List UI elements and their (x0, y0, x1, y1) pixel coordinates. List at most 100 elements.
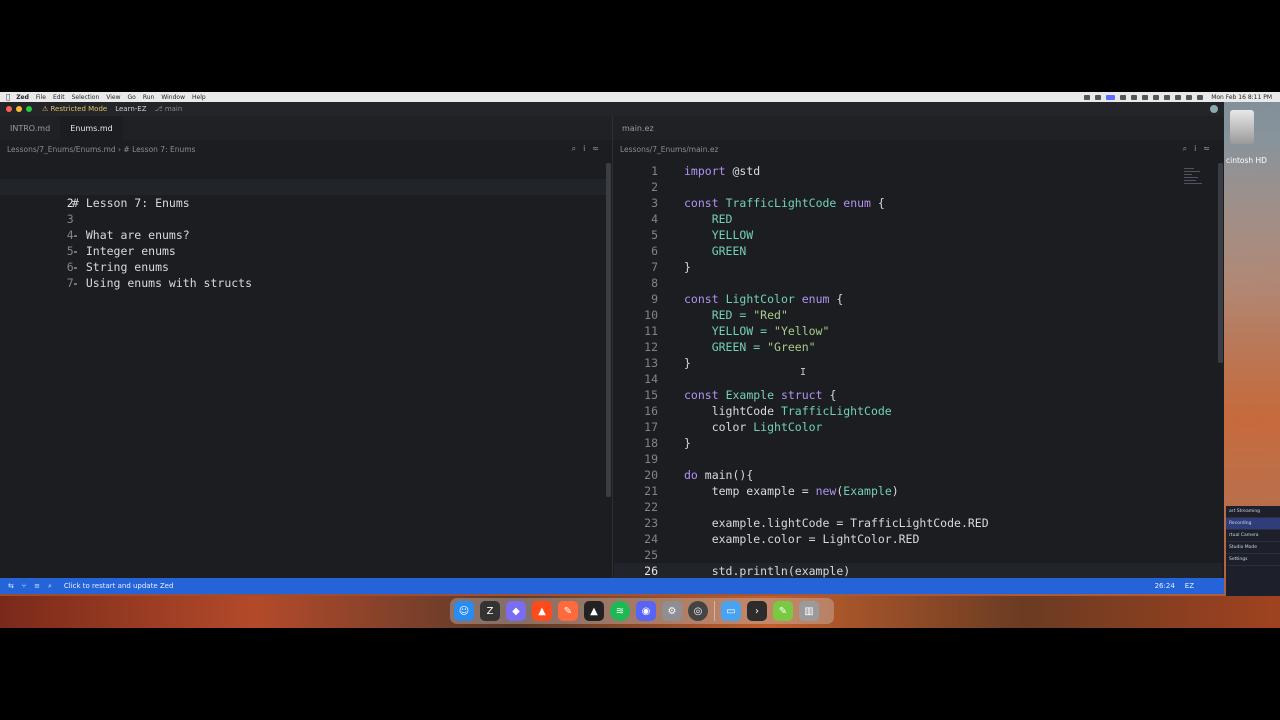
cursor-position[interactable]: 26:24 (1155, 582, 1175, 590)
editor-line[interactable]: 4 RED (614, 211, 1222, 227)
git-icon[interactable]: ⑂ (22, 582, 26, 590)
brave-icon[interactable]: ▲ (532, 601, 552, 621)
editor-line[interactable]: 20 do main(){ (614, 467, 1222, 483)
restricted-mode-badge[interactable]: ⚠ Restricted Mode (42, 105, 107, 113)
editor-line[interactable]: 4 - Integer enums (0, 211, 606, 258)
wifi-icon[interactable] (1175, 94, 1182, 100)
control-center-icon[interactable] (1197, 94, 1204, 100)
search-icon[interactable]: ⌕ (572, 144, 576, 154)
tray-app-icon[interactable] (1095, 94, 1102, 100)
menu-app-zed[interactable]: Zed (16, 94, 29, 101)
obs-icon[interactable]: ◎ (688, 601, 708, 621)
tab-enums-md[interactable]: Enums.md (60, 116, 123, 140)
menu-selection[interactable]: Selection (72, 94, 100, 101)
app-icon[interactable]: ◆ (506, 601, 526, 621)
editor-line[interactable]: 18} (614, 435, 1222, 451)
editor-line[interactable]: 16 lightCode TrafficLightCode (614, 403, 1222, 419)
info-icon[interactable]: i (583, 144, 585, 154)
editor-line[interactable]: 10 RED = "Red" (614, 307, 1222, 323)
tab-intro-md[interactable]: INTRO.md (0, 116, 60, 140)
editor-line[interactable]: 8 (614, 275, 1222, 291)
close-window-button[interactable] (6, 106, 12, 112)
terminal-app-icon[interactable]: ▲ (584, 601, 604, 621)
hard-drive-label[interactable]: cintosh HD (1226, 156, 1267, 165)
editor-line[interactable]: 12 GREEN = "Green" (614, 339, 1222, 355)
editor-line[interactable]: 15 const Example struct { (614, 387, 1222, 403)
editor-line[interactable]: 19 (614, 451, 1222, 467)
editor-line[interactable]: 7} (614, 259, 1222, 275)
editor-line[interactable]: 6 GREEN (614, 243, 1222, 259)
editor-line[interactable]: 5 - String enums (0, 227, 606, 274)
editor-line[interactable]: 7 (0, 259, 606, 290)
menu-view[interactable]: View (106, 94, 120, 101)
app-icon[interactable]: ✎ (773, 601, 793, 621)
tray-app-icon[interactable] (1084, 94, 1091, 100)
editor-line[interactable]: 17 color LightColor (614, 419, 1222, 435)
tray-recording-icon[interactable] (1106, 94, 1116, 100)
editor-line[interactable]: 6 - Using enums with structs (0, 243, 606, 290)
folder-icon[interactable]: ▭ (721, 601, 741, 621)
search-icon[interactable]: ⌕ (1183, 144, 1187, 154)
editor-line[interactable]: 3 const TrafficLightCode enum { (614, 195, 1222, 211)
menu-bar-clock[interactable]: Mon Feb 16 8:11 PM (1211, 94, 1272, 101)
obs-studio-mode[interactable]: Studio Mode (1226, 542, 1280, 554)
editor-line[interactable]: 9 const LightColor enum { (614, 291, 1222, 307)
diagnostics-icon[interactable]: ≡ (34, 582, 40, 590)
trash-icon[interactable]: ▥ (799, 601, 819, 621)
settings-icon[interactable]: ≈ (1203, 144, 1210, 154)
search-icon[interactable]: ⌕ (48, 582, 52, 591)
editor-line[interactable]: 13} (614, 355, 1222, 371)
tray-app-icon[interactable] (1131, 94, 1138, 100)
tray-app-icon[interactable] (1153, 94, 1160, 100)
info-icon[interactable]: i (1194, 144, 1196, 154)
editor-line[interactable]: 22 (614, 499, 1222, 515)
menu-run[interactable]: Run (143, 94, 155, 101)
right-editor[interactable]: 1 import @std 2 3 const TrafficLightCode e… (614, 163, 1222, 579)
finder-icon[interactable]: ☺ (454, 601, 474, 621)
menu-file[interactable]: File (36, 94, 46, 101)
terminal-icon[interactable]: › (747, 601, 767, 621)
editor-line[interactable]: 25 (614, 547, 1222, 563)
apple-icon[interactable]:  (6, 93, 10, 101)
project-name[interactable]: Learn-EZ (115, 105, 146, 113)
settings-icon[interactable]: ≈ (592, 144, 599, 154)
left-editor[interactable]: 1 # Lesson 7: Enums 2 3 - What are enums… (0, 163, 606, 290)
editor-line-current[interactable]: 2 (0, 179, 606, 210)
editor-line[interactable]: 21 temp example = new(Example) (614, 483, 1222, 499)
obs-start-streaming[interactable]: art Streaming (1226, 506, 1280, 518)
zed-icon[interactable]: Z (480, 601, 500, 621)
minimize-window-button[interactable] (16, 106, 22, 112)
update-notice[interactable]: Click to restart and update Zed (64, 582, 174, 590)
git-branch[interactable]: ⎇ main (155, 105, 183, 113)
editor-line[interactable]: 5 YELLOW (614, 227, 1222, 243)
battery-icon[interactable] (1186, 94, 1193, 100)
menu-edit[interactable]: Edit (53, 94, 65, 101)
editor-line[interactable]: 1 # Lesson 7: Enums (0, 163, 606, 210)
editor-line[interactable]: 2 (614, 179, 1222, 195)
right-breadcrumb-path[interactable]: Lessons/7_Enums/main.ez (620, 145, 718, 154)
editor-line[interactable]: 14 (614, 371, 1222, 387)
editor-line[interactable]: 11 YELLOW = "Yellow" (614, 323, 1222, 339)
editor-line[interactable]: 1 import @std (614, 163, 1222, 179)
editor-line[interactable]: 3 - What are enums? (0, 195, 606, 242)
editor-line-current[interactable]: 26 std.println(example) (614, 563, 1222, 579)
user-avatar[interactable] (1210, 105, 1218, 113)
left-scrollbar[interactable] (606, 163, 611, 497)
app-icon[interactable]: ✎ (558, 601, 578, 621)
settings-icon[interactable]: ⚙ (662, 601, 682, 621)
hard-drive-icon[interactable] (1224, 106, 1260, 150)
editor-line[interactable]: 24 example.color = LightColor.RED (614, 531, 1222, 547)
tab-main-ez[interactable]: main.ez (612, 116, 664, 140)
zoom-window-button[interactable] (26, 106, 32, 112)
menu-go[interactable]: Go (128, 94, 136, 101)
tray-app-icon[interactable] (1120, 94, 1127, 100)
right-scrollbar[interactable] (1218, 163, 1223, 363)
obs-recording[interactable]: Recording (1226, 518, 1280, 530)
language-selector[interactable]: EZ (1185, 582, 1194, 590)
pane-divider[interactable] (612, 116, 613, 578)
left-breadcrumb-path[interactable]: Lessons/7_Enums/Enums.md › # Lesson 7: E… (7, 145, 195, 154)
minimap[interactable] (1184, 168, 1204, 198)
panel-toggle-icon[interactable]: ⇆ (8, 582, 14, 590)
editor-line[interactable]: 23 example.lightCode = TrafficLightCode.… (614, 515, 1222, 531)
tray-app-icon[interactable] (1164, 94, 1171, 100)
